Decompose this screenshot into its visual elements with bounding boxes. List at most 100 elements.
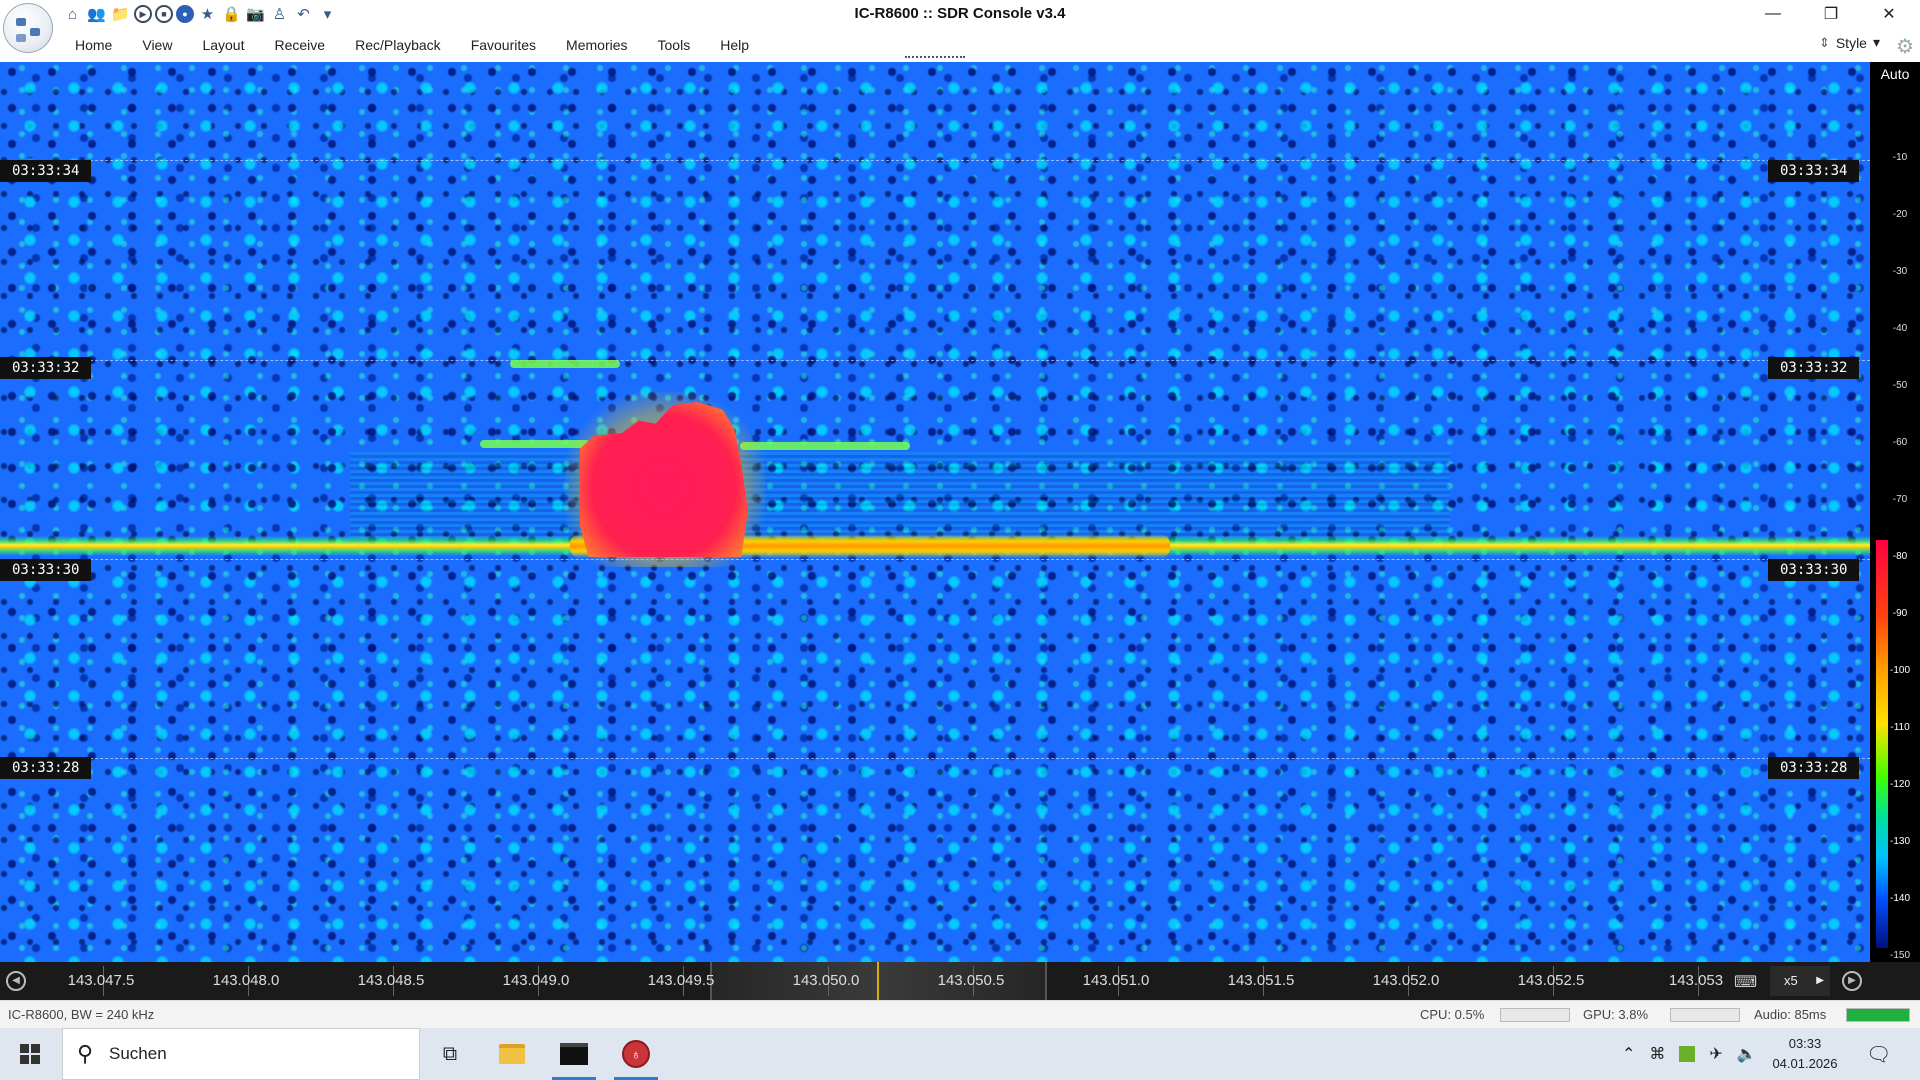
sdr-console-app-icon[interactable]: ♁ bbox=[610, 1028, 662, 1080]
frequency-label: 143.053 bbox=[1668, 972, 1724, 989]
db-tick-label: -110 bbox=[1890, 722, 1910, 733]
tray-overflow-icon[interactable]: ⌃ bbox=[1622, 1044, 1635, 1064]
signal-trace bbox=[510, 360, 620, 368]
gpu-tray-icon[interactable] bbox=[1679, 1046, 1696, 1062]
close-button[interactable]: ✕ bbox=[1860, 0, 1918, 28]
db-tick-label: -70 bbox=[1892, 494, 1908, 505]
main-menu: Home View Layout Receive Rec/Playback Favouri… bbox=[60, 28, 764, 62]
app-menu-orb[interactable] bbox=[3, 3, 53, 53]
timestamp-label-right: 03:33:30 bbox=[1768, 559, 1860, 581]
time-gridline bbox=[0, 360, 1870, 361]
menu-item-tools[interactable]: Tools bbox=[643, 37, 706, 53]
cpu-status: CPU: 0.5% bbox=[1420, 1007, 1485, 1022]
menu-item-receive[interactable]: Receive bbox=[260, 37, 341, 53]
frequency-label: 143.050.0 bbox=[792, 972, 860, 989]
gpu-status: GPU: 3.8% bbox=[1583, 1007, 1649, 1022]
style-menu-label: Style bbox=[1835, 34, 1867, 51]
frequency-label: 143.052.5 bbox=[1517, 972, 1585, 989]
signal-sidebands bbox=[350, 452, 1450, 542]
terminal-app-icon[interactable] bbox=[548, 1028, 600, 1080]
ribbon-collapse-grip[interactable] bbox=[905, 56, 965, 58]
zoom-value: x5 bbox=[1784, 973, 1798, 988]
chevron-right-icon: ▶ bbox=[1816, 975, 1824, 986]
db-tick-label: -50 bbox=[1892, 380, 1908, 391]
db-tick-label: -10 bbox=[1892, 152, 1908, 163]
notification-icon[interactable]: 🗨 bbox=[1866, 1042, 1891, 1067]
taskbar-clock[interactable]: 03:33 04.01.2026 bbox=[1760, 1034, 1850, 1074]
time-gridline bbox=[0, 758, 1870, 759]
frequency-label: 143.049.5 bbox=[647, 972, 715, 989]
db-tick-label: -40 bbox=[1892, 323, 1908, 334]
timestamp-label-left: 03:33:30 bbox=[0, 559, 92, 581]
db-tick-label: -130 bbox=[1889, 836, 1910, 847]
menu-item-rec-playback[interactable]: Rec/Playback bbox=[340, 37, 456, 53]
frequency-label: 143.050.5 bbox=[937, 972, 1005, 989]
time-gridline bbox=[0, 559, 1870, 560]
signal-trace bbox=[740, 442, 910, 450]
menu-item-layout[interactable]: Layout bbox=[187, 37, 259, 53]
menu-item-view[interactable]: View bbox=[127, 37, 187, 53]
app-orb-icon-part bbox=[16, 34, 26, 42]
timestamp-label-left: 03:33:28 bbox=[0, 757, 92, 779]
timestamp-label-left: 03:33:32 bbox=[0, 357, 92, 379]
db-tick-label: -20 bbox=[1892, 209, 1908, 220]
maximize-button[interactable]: ❐ bbox=[1802, 0, 1860, 28]
device-status: IC-R8600, BW = 240 kHz bbox=[8, 1007, 155, 1022]
system-tray: ⌃ ⌘ ✈ 🔈 bbox=[1622, 1028, 1757, 1080]
menu-item-help[interactable]: Help bbox=[705, 37, 764, 53]
waterfall-display[interactable]: 03:33:34 03:33:32 03:33:30 03:33:28 03:3… bbox=[0, 62, 1870, 962]
db-tick-label: -30 bbox=[1892, 266, 1908, 277]
frequency-label: 143.051.5 bbox=[1227, 972, 1295, 989]
search-icon: ⚲ bbox=[77, 1041, 94, 1066]
db-tick-label: -140 bbox=[1889, 893, 1910, 904]
task-view-icon[interactable]: ⧉ bbox=[424, 1028, 476, 1080]
timestamp-label-right: 03:33:34 bbox=[1768, 160, 1860, 182]
db-auto-button[interactable]: Auto bbox=[1870, 62, 1920, 86]
frequency-axis[interactable]: ◀ ⌨ x5 ▶ ▶ 143.047.5 143.048.0 143.048.5 14… bbox=[0, 962, 1920, 1000]
file-explorer-icon[interactable] bbox=[486, 1028, 538, 1080]
menu-item-home[interactable]: Home bbox=[60, 37, 127, 53]
db-tick-label: -80 bbox=[1892, 551, 1908, 562]
db-tick-label: -90 bbox=[1892, 608, 1908, 619]
windows-taskbar: ⚲ Suchen ⧉ ♁ ⌃ ⌘ ✈ 🔈 03:33 04.01.2026 🗨 bbox=[0, 1028, 1920, 1080]
timestamp-label-right: 03:33:28 bbox=[1768, 757, 1860, 779]
menu-item-favourites[interactable]: Favourites bbox=[456, 37, 551, 53]
airplane-mode-icon[interactable]: ✈ bbox=[1709, 1044, 1722, 1064]
minimize-button[interactable]: — bbox=[1744, 0, 1802, 28]
frequency-label: 143.051.0 bbox=[1082, 972, 1150, 989]
chevron-down-icon: ▾ bbox=[1872, 34, 1880, 50]
menu-bar: Home View Layout Receive Rec/Playback Favouri… bbox=[0, 28, 1920, 62]
title-bar: ⌂ 👥 📁 ▶ ■ ● ★ 🔒 📷 ♙ ↶ ▾ IC-R8600 :: SDR Console v3.… bbox=[0, 0, 1920, 53]
timestamp-label-right: 03:33:32 bbox=[1768, 357, 1860, 379]
time-gridline bbox=[0, 160, 1870, 161]
gpu-meter bbox=[1670, 1008, 1740, 1022]
menu-item-memories[interactable]: Memories bbox=[551, 37, 642, 53]
db-tick-label: -60 bbox=[1892, 437, 1908, 448]
db-tick-label: -100 bbox=[1889, 665, 1910, 676]
db-scale[interactable]: Auto -10 -20 -30 -40 -50 -60 -70 -80 -90 -100 -110… bbox=[1870, 62, 1920, 962]
gear-icon[interactable]: ⚙ bbox=[1896, 34, 1914, 59]
color-range-bar[interactable] bbox=[1876, 540, 1888, 948]
frequency-label: 143.048.5 bbox=[357, 972, 425, 989]
style-menu[interactable]: ⇕ Style ▾ bbox=[1819, 34, 1880, 51]
taskbar-search[interactable]: ⚲ Suchen bbox=[62, 1028, 420, 1080]
audio-status: Audio: 85ms bbox=[1754, 1007, 1827, 1022]
device-icon[interactable]: ⌘ bbox=[1649, 1044, 1665, 1064]
search-placeholder: Suchen bbox=[109, 1044, 167, 1063]
windows-start-icon[interactable] bbox=[20, 1044, 40, 1064]
zoom-selector[interactable]: x5 ▶ bbox=[1770, 966, 1830, 996]
scroll-right-button[interactable]: ▶ bbox=[1842, 971, 1862, 991]
status-bar: IC-R8600, BW = 240 kHz CPU: 0.5% GPU: 3.… bbox=[0, 1000, 1920, 1028]
clock-date: 04.01.2026 bbox=[1772, 1056, 1838, 1071]
scroll-up-icon[interactable]: ⇕ bbox=[1819, 35, 1830, 51]
timestamp-label-left: 03:33:34 bbox=[0, 160, 92, 182]
app-orb-icon-part bbox=[16, 18, 26, 26]
frequency-label: 143.052.0 bbox=[1372, 972, 1440, 989]
volume-icon[interactable]: 🔈 bbox=[1737, 1044, 1757, 1064]
audio-level-meter bbox=[1846, 1008, 1910, 1022]
audio-level-fill bbox=[1847, 1009, 1909, 1021]
cpu-meter bbox=[1500, 1008, 1570, 1022]
scroll-left-button[interactable]: ◀ bbox=[6, 971, 26, 991]
frequency-label: 143.049.0 bbox=[502, 972, 570, 989]
frequency-label: 143.047.5 bbox=[67, 972, 135, 989]
